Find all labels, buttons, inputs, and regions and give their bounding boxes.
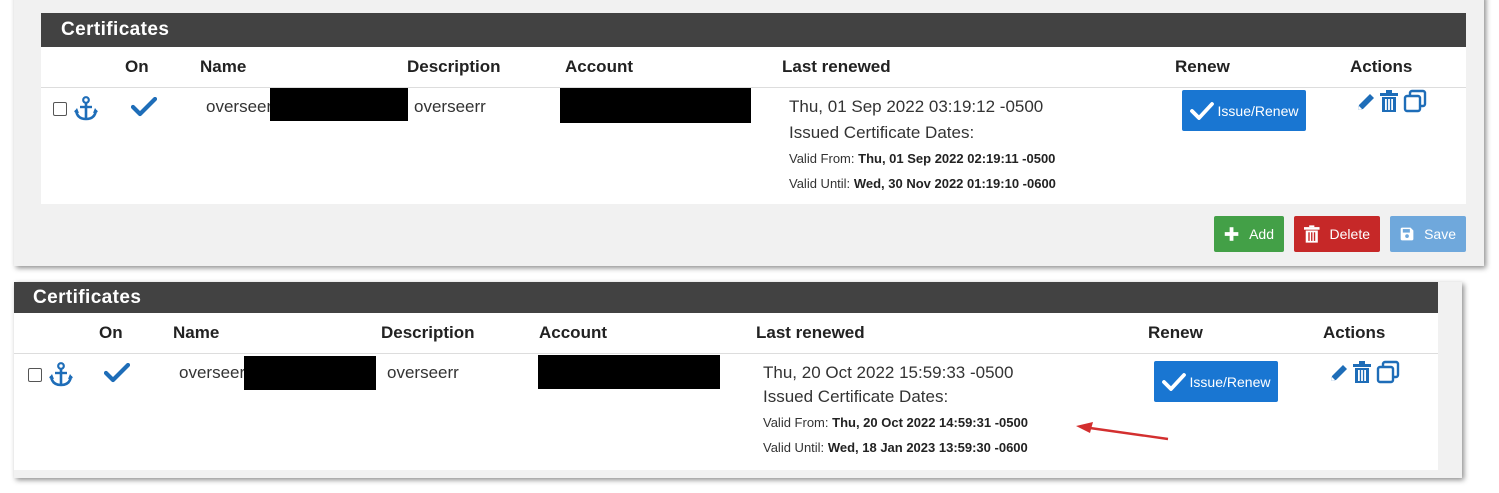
valid-until: Valid Until: Wed, 30 Nov 2022 01:19:10 -… bbox=[789, 176, 1056, 191]
valid-from-value: Thu, 20 Oct 2022 14:59:31 -0500 bbox=[832, 415, 1028, 430]
row-checkbox[interactable] bbox=[28, 368, 42, 382]
col-on: On bbox=[99, 323, 123, 342]
trash-icon[interactable] bbox=[1352, 361, 1372, 383]
redacted-name bbox=[244, 356, 376, 390]
col-description: Description bbox=[407, 57, 501, 76]
col-actions: Actions bbox=[1323, 323, 1386, 342]
last-renewed: Thu, 20 Oct 2022 15:59:33 -0500 bbox=[763, 363, 1014, 382]
col-last-renewed: Last renewed bbox=[782, 57, 891, 76]
col-actions: Actions bbox=[1350, 57, 1413, 76]
issue-renew-button[interactable]: Issue/Renew bbox=[1182, 90, 1306, 131]
col-name: Name bbox=[200, 57, 247, 76]
anchor-icon[interactable] bbox=[74, 96, 98, 122]
valid-until: Valid Until: Wed, 18 Jan 2023 13:59:30 -… bbox=[763, 440, 1028, 455]
cert-name: overseer bbox=[179, 363, 246, 382]
issue-renew-label: Issue/Renew bbox=[1189, 373, 1271, 390]
valid-until-label: Valid Until: bbox=[789, 176, 851, 191]
certificates-table: On Name Description Account Last renewed… bbox=[14, 313, 1438, 470]
redacted-name bbox=[270, 88, 408, 121]
col-renew: Renew bbox=[1148, 323, 1203, 342]
cert-description: overseerr bbox=[387, 363, 459, 382]
col-renew: Renew bbox=[1175, 57, 1230, 76]
valid-from-label: Valid From: bbox=[789, 151, 855, 166]
col-name: Name bbox=[173, 323, 220, 342]
table-row: overseer overseerr Thu, 01 Sep 2022 03:1… bbox=[41, 88, 1466, 204]
col-last-renewed: Last renewed bbox=[756, 323, 865, 342]
row-checkbox[interactable] bbox=[53, 102, 67, 116]
plus-icon bbox=[1224, 227, 1239, 241]
col-account: Account bbox=[565, 57, 633, 76]
col-description: Description bbox=[381, 323, 475, 342]
valid-from-label: Valid From: bbox=[763, 415, 829, 430]
annotation-arrow bbox=[1076, 422, 1169, 441]
delete-button[interactable]: Delete bbox=[1294, 216, 1380, 252]
panel-title: Certificates bbox=[14, 282, 1438, 313]
issue-renew-button[interactable]: Issue/Renew bbox=[1154, 361, 1278, 402]
add-label: Add bbox=[1249, 226, 1274, 242]
check-icon bbox=[1189, 101, 1214, 120]
valid-from-value: Thu, 01 Sep 2022 02:19:11 -0500 bbox=[858, 151, 1056, 166]
certificates-panel-1: Certificates On Name Description Account… bbox=[14, 0, 1484, 266]
issued-dates-label: Issued Certificate Dates: bbox=[763, 387, 949, 406]
valid-until-value: Wed, 18 Jan 2023 13:59:30 -0600 bbox=[827, 440, 1028, 455]
save-button[interactable]: Save bbox=[1390, 216, 1466, 252]
panel-title: Certificates bbox=[41, 13, 1466, 47]
last-renewed: Thu, 01 Sep 2022 03:19:12 -0500 bbox=[789, 97, 1044, 116]
delete-label: Delete bbox=[1329, 226, 1370, 242]
copy-icon[interactable] bbox=[1376, 360, 1400, 384]
valid-until-value: Wed, 30 Nov 2022 01:19:10 -0600 bbox=[853, 176, 1056, 191]
redacted-account bbox=[560, 88, 751, 123]
anchor-icon[interactable] bbox=[49, 362, 73, 388]
add-button[interactable]: Add bbox=[1214, 216, 1284, 252]
table-row: overseer overseerr Thu, 20 Oct 2022 15:5… bbox=[14, 354, 1438, 470]
copy-icon[interactable] bbox=[1403, 89, 1427, 113]
issued-dates-label: Issued Certificate Dates: bbox=[789, 123, 975, 142]
save-label: Save bbox=[1424, 226, 1456, 242]
pencil-icon[interactable] bbox=[1355, 91, 1377, 113]
certificates-table: On Name Description Account Last renewed… bbox=[41, 47, 1466, 204]
trash-icon bbox=[1304, 225, 1320, 243]
save-icon bbox=[1400, 227, 1414, 241]
pencil-icon[interactable] bbox=[1328, 362, 1350, 384]
valid-until-label: Valid Until: bbox=[763, 440, 825, 455]
cert-description: overseerr bbox=[414, 97, 486, 116]
check-icon bbox=[104, 363, 130, 383]
issue-renew-label: Issue/Renew bbox=[1217, 102, 1299, 119]
valid-from: Valid From: Thu, 01 Sep 2022 02:19:11 -0… bbox=[789, 151, 1055, 166]
col-on: On bbox=[125, 57, 149, 76]
check-icon bbox=[1161, 372, 1186, 391]
col-account: Account bbox=[539, 323, 607, 342]
valid-from: Valid From: Thu, 20 Oct 2022 14:59:31 -0… bbox=[763, 415, 1028, 430]
cert-name: overseer bbox=[206, 97, 273, 116]
certificates-panel-2: Certificates On Name Description Account… bbox=[14, 282, 1462, 478]
trash-icon[interactable] bbox=[1379, 90, 1399, 112]
check-icon bbox=[131, 97, 157, 117]
redacted-account bbox=[538, 355, 720, 389]
